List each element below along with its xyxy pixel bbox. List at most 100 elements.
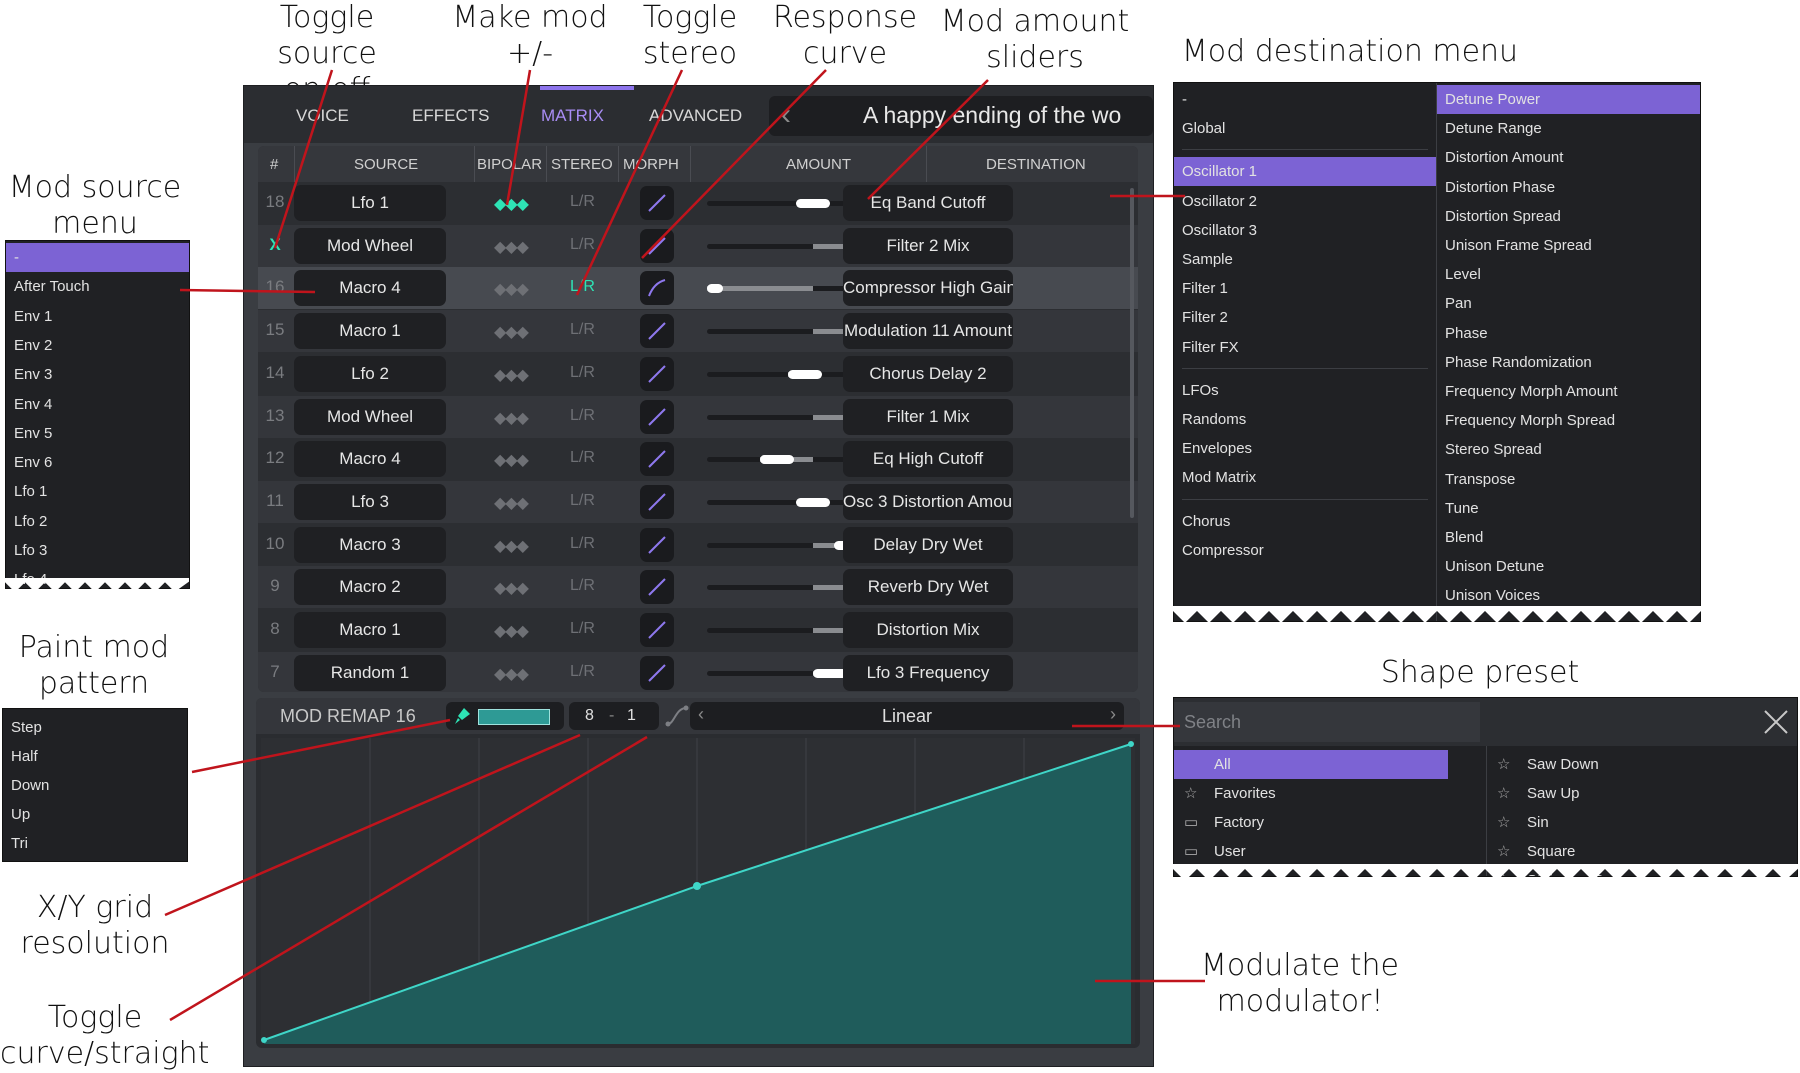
row-number[interactable]: 11 bbox=[264, 491, 286, 511]
source-selector[interactable]: Macro 1 bbox=[294, 612, 446, 648]
amount-thumb[interactable] bbox=[796, 497, 830, 507]
source-selector[interactable]: Random 1 bbox=[294, 654, 446, 691]
menu-item[interactable]: Transpose bbox=[1437, 465, 1700, 494]
shape-item[interactable]: ☆ Sin bbox=[1487, 808, 1787, 837]
row-number[interactable]: 8 bbox=[264, 619, 286, 639]
tab-voice[interactable]: VOICE bbox=[296, 106, 349, 126]
menu-item[interactable]: Frequency Morph Spread bbox=[1437, 406, 1700, 435]
menu-item[interactable]: Blend bbox=[1437, 523, 1700, 552]
menu-item[interactable]: Env 6 bbox=[6, 448, 189, 477]
menu-item[interactable]: Detune Power bbox=[1437, 85, 1700, 114]
row-number[interactable]: X bbox=[264, 235, 286, 255]
star-icon[interactable]: ☆ bbox=[1497, 808, 1527, 837]
stereo-toggle[interactable]: L/R bbox=[570, 492, 595, 510]
response-curve-button[interactable] bbox=[640, 228, 674, 263]
menu-item[interactable]: Compressor bbox=[1174, 536, 1436, 565]
shape-preset-selector[interactable]: ‹ Linear › bbox=[690, 702, 1124, 730]
stereo-toggle[interactable]: L/R bbox=[570, 449, 595, 467]
remap-curve-editor[interactable] bbox=[261, 738, 1135, 1044]
response-curve-button[interactable] bbox=[640, 442, 674, 477]
amount-thumb[interactable] bbox=[707, 284, 723, 294]
star-icon[interactable]: ☆ bbox=[1497, 779, 1527, 808]
response-curve-button[interactable] bbox=[640, 655, 674, 690]
menu-item[interactable]: Level bbox=[1437, 260, 1700, 289]
menu-item[interactable]: Tri bbox=[3, 829, 187, 858]
row-number[interactable]: 18 bbox=[264, 192, 286, 212]
bipolar-toggle[interactable]: ◆◆◆ bbox=[494, 664, 529, 684]
bipolar-toggle[interactable]: ◆◆◆ bbox=[494, 408, 529, 428]
chevron-left-icon[interactable]: ‹ bbox=[781, 98, 791, 132]
bipolar-toggle[interactable]: ◆◆◆ bbox=[494, 493, 529, 513]
stereo-toggle[interactable]: L/R bbox=[570, 663, 595, 681]
menu-item[interactable]: After Touch bbox=[6, 272, 189, 301]
row-number[interactable]: 15 bbox=[264, 320, 286, 340]
source-selector[interactable]: Macro 4 bbox=[294, 270, 446, 307]
paint-brush-icon[interactable] bbox=[452, 706, 472, 726]
menu-item[interactable]: LFOs bbox=[1174, 376, 1436, 405]
stereo-toggle[interactable]: L/R bbox=[570, 236, 595, 254]
tab-effects[interactable]: EFFECTS bbox=[412, 106, 489, 126]
stereo-toggle[interactable]: L/R bbox=[570, 278, 595, 296]
menu-item[interactable]: Unison Frame Spread bbox=[1437, 231, 1700, 260]
row-number[interactable]: 16 bbox=[264, 277, 286, 297]
destination-selector[interactable]: Filter 2 Mix bbox=[843, 227, 1013, 264]
source-selector[interactable]: Mod Wheel bbox=[294, 398, 446, 435]
destination-selector[interactable]: Chorus Delay 2 bbox=[843, 355, 1013, 392]
star-icon[interactable]: ☆ bbox=[1497, 837, 1527, 866]
grid-y-value[interactable]: 1 bbox=[627, 707, 636, 725]
menu-item[interactable]: Randoms bbox=[1174, 405, 1436, 434]
destination-selector[interactable]: Modulation 11 Amount bbox=[843, 313, 1013, 350]
menu-item[interactable]: Mod Matrix bbox=[1174, 463, 1436, 492]
source-selector[interactable]: Lfo 3 bbox=[294, 483, 446, 520]
stereo-toggle[interactable]: L/R bbox=[570, 407, 595, 425]
menu-item[interactable]: Lfo 2 bbox=[6, 507, 189, 536]
stereo-toggle[interactable]: L/R bbox=[570, 193, 595, 211]
bipolar-toggle[interactable]: ◆◆◆ bbox=[494, 365, 529, 385]
row-number[interactable]: 7 bbox=[264, 662, 286, 682]
shape-folder[interactable]: ☆ Favorites bbox=[1174, 779, 1448, 808]
destination-selector[interactable]: Eq High Cutoff bbox=[843, 441, 1013, 478]
bipolar-toggle[interactable]: ◆◆◆ bbox=[494, 279, 529, 299]
menu-item[interactable]: Oscillator 2 bbox=[1174, 187, 1436, 216]
stereo-toggle[interactable]: L/R bbox=[570, 364, 595, 382]
star-icon[interactable]: ☆ bbox=[1497, 750, 1527, 779]
menu-item[interactable]: Phase bbox=[1437, 319, 1700, 348]
search-input[interactable]: Search bbox=[1174, 702, 1480, 742]
source-selector[interactable]: Macro 4 bbox=[294, 441, 446, 478]
source-selector[interactable]: Lfo 1 bbox=[294, 185, 446, 221]
shape-item[interactable]: ☆ Saw Up bbox=[1487, 779, 1787, 808]
row-number[interactable]: 12 bbox=[264, 448, 286, 468]
shape-item[interactable]: ☆ Saw Down bbox=[1487, 750, 1787, 779]
menu-item[interactable]: Detune Range bbox=[1437, 114, 1700, 143]
menu-item[interactable]: Half bbox=[3, 742, 187, 771]
menu-item[interactable]: Lfo 1 bbox=[6, 477, 189, 506]
menu-item[interactable]: Env 4 bbox=[6, 390, 189, 419]
response-curve-button[interactable] bbox=[640, 613, 674, 647]
response-curve-button[interactable] bbox=[640, 356, 674, 391]
amount-thumb[interactable] bbox=[760, 455, 794, 465]
amount-thumb[interactable] bbox=[812, 668, 847, 678]
menu-item[interactable]: Filter FX bbox=[1174, 333, 1436, 362]
menu-item[interactable]: Filter 1 bbox=[1174, 274, 1436, 303]
source-selector[interactable]: Macro 2 bbox=[294, 569, 446, 606]
menu-item[interactable]: Up bbox=[3, 800, 187, 829]
menu-item[interactable]: Oscillator 1 bbox=[1174, 157, 1436, 187]
menu-item[interactable]: Distortion Amount bbox=[1437, 143, 1700, 172]
menu-item[interactable]: - bbox=[1174, 85, 1436, 114]
grid-x-value[interactable]: 8 bbox=[585, 707, 594, 725]
stereo-toggle[interactable]: L/R bbox=[570, 535, 595, 553]
destination-selector[interactable]: Compressor High Gain bbox=[843, 270, 1013, 307]
destination-selector[interactable]: Filter 1 Mix bbox=[843, 398, 1013, 435]
row-number[interactable]: 10 bbox=[264, 534, 286, 554]
menu-item[interactable]: Phase Randomization bbox=[1437, 348, 1700, 377]
response-curve-button[interactable] bbox=[640, 399, 674, 434]
amount-thumb[interactable] bbox=[796, 199, 830, 208]
menu-item[interactable]: Sample bbox=[1174, 245, 1436, 274]
menu-item[interactable]: Env 3 bbox=[6, 360, 189, 389]
tab-matrix[interactable]: MATRIX bbox=[541, 106, 604, 126]
menu-item[interactable]: Distortion Phase bbox=[1437, 173, 1700, 202]
menu-item[interactable]: Env 5 bbox=[6, 419, 189, 448]
source-selector[interactable]: Macro 1 bbox=[294, 313, 446, 350]
menu-item[interactable]: Filter 2 bbox=[1174, 303, 1436, 332]
bipolar-toggle[interactable]: ◆◆◆ bbox=[494, 578, 529, 598]
